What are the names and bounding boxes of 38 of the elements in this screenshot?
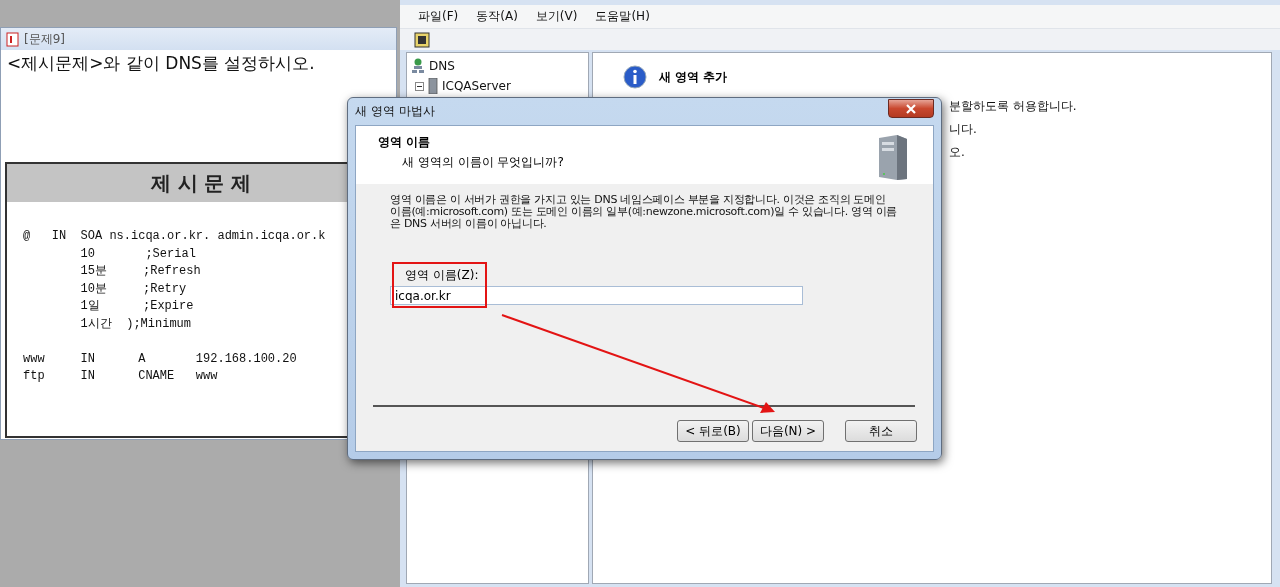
instruction-text: <제시문제>와 같이 DNS를 설정하시오. [6, 52, 316, 75]
record-line: ftp IN CNAME www [23, 368, 219, 385]
step-subtitle: 새 영역의 이름이 무엇입니까? [402, 154, 564, 171]
record-line: 10 ;Serial [79, 245, 197, 263]
collapse-icon[interactable] [415, 81, 424, 91]
nav-button[interactable]: 다음(N) > [752, 420, 824, 442]
description-text: 분할하도록 허용합니다. [949, 98, 1078, 115]
menu-item[interactable]: 파일(F) [410, 6, 467, 27]
record-line: @ IN SOA ns.icqa.or.kr. admin.icqa.or.k [23, 228, 327, 245]
field-label: 영역 이름(Z): [405, 267, 479, 284]
nav-button[interactable]: < 뒤로(B) [677, 420, 749, 442]
dialog-title: 새 영역 마법사 [355, 103, 435, 120]
step-title: 영역 이름 [378, 134, 432, 151]
network-icon [411, 58, 425, 74]
menu-item[interactable]: 동작(A) [468, 6, 526, 27]
window-title: [문제9] [24, 30, 65, 48]
menu-item[interactable]: 보기(V) [527, 6, 586, 27]
close-icon [905, 103, 917, 114]
record-line: 10분 ;Retry [79, 280, 188, 298]
toolbar-icon[interactable] [414, 31, 430, 48]
info-icon [623, 65, 647, 89]
zone-name-field[interactable]: icqa.or.kr [390, 286, 803, 305]
tree-item[interactable]: ICQAServer [442, 79, 511, 93]
cancel-button[interactable]: 취소 [845, 420, 917, 442]
record-line: www IN A 192.168.100.20 [23, 350, 298, 368]
description-text: 영역 이름은 이 서버가 권한을 가지고 있는 DNS 네임스페이스 부분을 지정합니다. 이것은 조직의 도메인 이름(예:microsoft.com) 또는 도메인 이름의 일부(예:newzone.microsoft.com)일 수 있습니다. 영역 이름은 DNS 서버의 이름이 아닙니다. [390, 194, 899, 230]
document-icon [6, 31, 20, 47]
close-button[interactable] [888, 99, 934, 118]
section-heading: 새 영역 추가 [659, 68, 728, 86]
tree-item[interactable]: DNS [429, 59, 455, 73]
panel-title: 제 시 문 제 [150, 169, 252, 197]
description-text: 니다. [949, 121, 978, 138]
record-line: 15분 ;Refresh [79, 263, 202, 280]
description-text: 오. [949, 144, 966, 161]
record-line: 1일 ;Expire [79, 298, 195, 315]
record-line: 1시간 );Minimum [79, 315, 193, 333]
menu-item[interactable]: 도움말(H) [587, 6, 658, 27]
server-icon [428, 78, 438, 94]
